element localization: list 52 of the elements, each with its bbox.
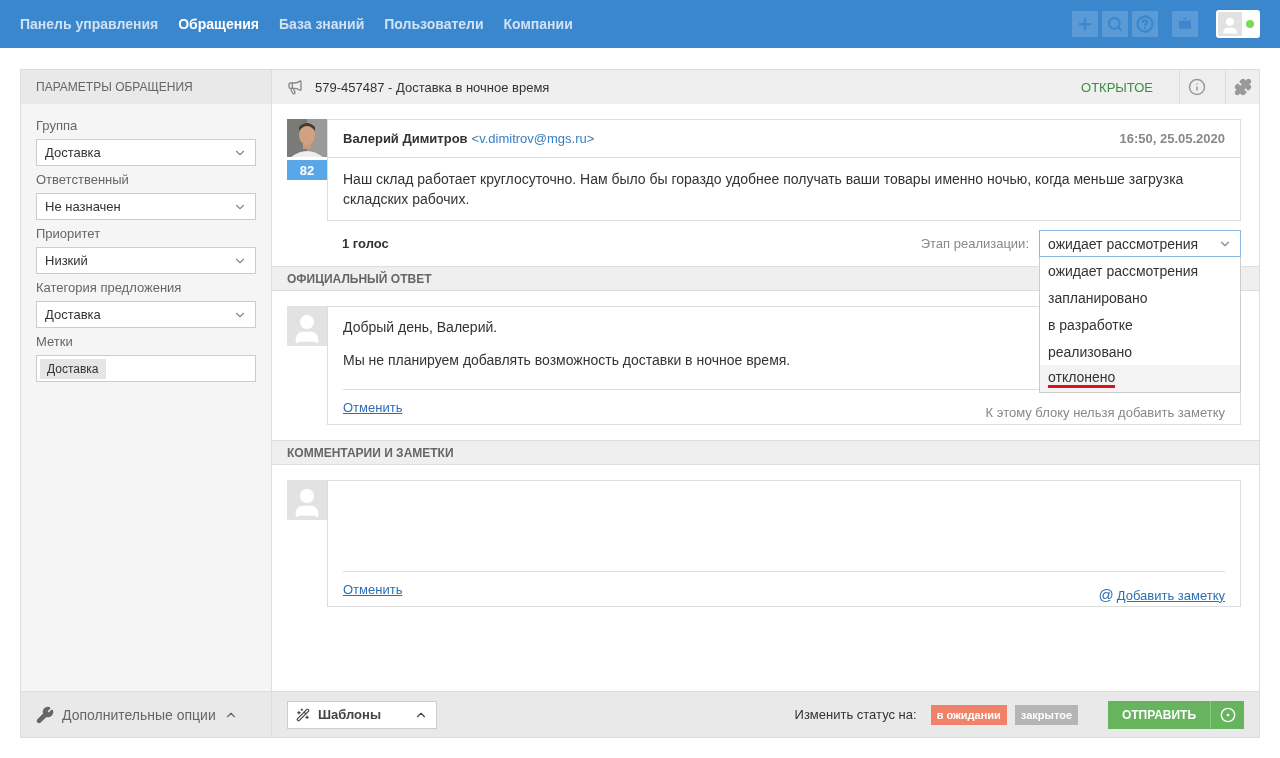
field-label: Метки [36, 334, 74, 349]
cancel-link[interactable]: Отменить [343, 581, 403, 597]
field-label: Категория предложения [36, 280, 183, 295]
stage-label: Этап реализации: [920, 236, 1029, 251]
field-label: Приоритет [36, 226, 102, 241]
more-options-button[interactable]: Дополнительные опции [21, 691, 271, 737]
author-name: Валерий Димитров [343, 131, 468, 146]
user-menu[interactable] [1216, 10, 1260, 38]
add-icon[interactable] [1072, 11, 1098, 37]
send-options-button[interactable] [1210, 700, 1244, 729]
status-label: Изменить статус на: [794, 707, 917, 722]
select-field[interactable]: Не назначен [36, 193, 256, 220]
reply-text: Мы не планируем добавлять возможность доставки в ночное время. [343, 352, 791, 368]
comment-editor[interactable]: Отменить @ Добавить заметку [327, 480, 1241, 607]
message-text: Наш склад работает круглосуточно. Нам было бы гораздо удобнее получать ваши товары именно ночью, когда меньше загрузка складских рабочих. [342, 170, 1185, 209]
target-icon [1219, 706, 1236, 723]
megaphone-icon [287, 79, 303, 95]
dropdown-option[interactable]: отклонено [1040, 365, 1240, 392]
select-field[interactable]: Доставка [36, 301, 256, 328]
tags-field[interactable]: Доставка [36, 355, 256, 382]
ticket-title: 579-457487 - Доставка в ночное время [315, 79, 551, 95]
briefcase-icon[interactable] [1172, 11, 1198, 37]
magic-wand-icon [296, 707, 310, 722]
message-time: 16:50, 25.05.2020 [1119, 131, 1225, 146]
avatar-icon [287, 480, 327, 520]
at-sign: @ [1098, 585, 1114, 603]
tag: Доставка [40, 358, 106, 379]
score-badge: 82 [287, 160, 327, 180]
stage-select[interactable]: ожидает рассмотрения [1039, 230, 1241, 257]
templates-button[interactable]: Шаблоны [287, 700, 437, 729]
cancel-link[interactable]: Отменить [343, 399, 403, 415]
section-header: КОММЕНТАРИИ И ЗАМЕТКИ [272, 440, 1259, 465]
nav-link[interactable]: Панель управления [20, 16, 159, 32]
wrench-icon [36, 705, 54, 724]
field-label: Ответственный [36, 172, 130, 187]
sidebar-title: ПАРАМЕТРЫ ОБРАЩЕНИЯ [21, 70, 271, 104]
field-label: Группа [36, 118, 79, 133]
vote-count: 1 голос [342, 236, 389, 251]
author-email: <v.dimitrov@mgs.ru> [471, 131, 595, 146]
note-text: К этому блоку нельзя добавить заметку [985, 404, 1225, 420]
nav-link[interactable]: База знаний [278, 16, 365, 32]
nav-link[interactable]: Пользователи [384, 16, 484, 32]
add-note-link[interactable]: Добавить заметку [1116, 587, 1225, 603]
nav-link[interactable]: Обращения [178, 16, 259, 32]
nav-link[interactable]: Компании [503, 16, 573, 32]
select-field[interactable]: Низкий [36, 247, 256, 274]
select-field[interactable]: Доставка [36, 139, 256, 166]
help-icon[interactable] [1132, 11, 1158, 37]
avatar-icon [1218, 12, 1242, 36]
ticket-status: ОТКРЫТОЕ [1081, 79, 1153, 95]
reply-text: Добрый день, Валерий. [343, 319, 498, 335]
search-icon[interactable] [1102, 11, 1128, 37]
